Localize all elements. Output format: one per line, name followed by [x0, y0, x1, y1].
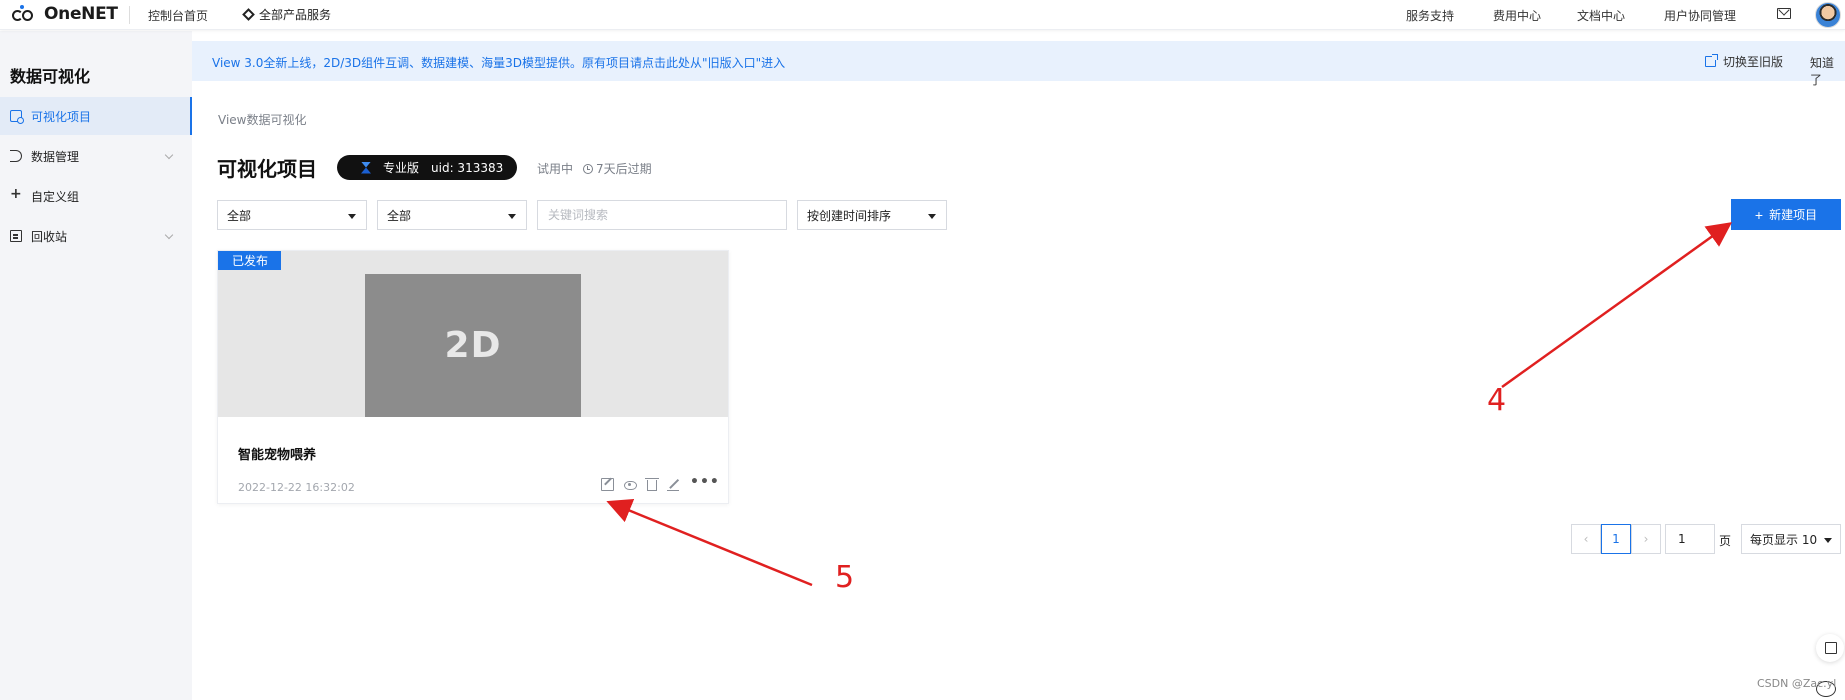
recycle-bin-icon — [10, 230, 22, 242]
all-products-label: 全部产品服务 — [259, 8, 332, 22]
page-title: 可视化项目 — [217, 157, 317, 181]
more-icon[interactable]: ••• — [690, 475, 719, 491]
watermark: CSDN @Zac.yl — [1757, 677, 1837, 690]
annotation-label-4: 4 — [1487, 383, 1507, 418]
external-link-icon — [1705, 54, 1718, 67]
keyword-search-input[interactable] — [537, 200, 787, 230]
project-card[interactable]: 2D 已发布 智能宠物喂养 2022-12-22 16:32:02 ••• — [217, 250, 729, 504]
trial-status: 试用中 — [537, 162, 574, 176]
annotation-label-5: 5 — [835, 560, 855, 595]
next-page-button[interactable]: › — [1631, 524, 1661, 554]
expire-info: 7天后过期 — [583, 160, 652, 177]
plus-icon: + — [1754, 206, 1764, 223]
sidebar: 数据可视化 可视化项目 数据管理 自定义组 回收站 — [0, 31, 192, 700]
banner-text[interactable]: View 3.0全新上线，2D/3D组件互调、数据建模、海量3D模型提供。原有项… — [212, 54, 785, 71]
switch-old-version-button[interactable]: 切换至旧版 — [1705, 53, 1783, 70]
sidebar-item-custom-group[interactable]: 自定义组 — [0, 177, 192, 215]
caret-down-icon — [1824, 538, 1832, 543]
all-products-menu[interactable]: 全部产品服务 — [242, 6, 332, 23]
card-actions: ••• — [601, 475, 719, 491]
user-collab-link[interactable]: 用户协同管理 — [1664, 7, 1736, 24]
new-project-button[interactable]: + 新建项目 — [1731, 199, 1841, 230]
page-jump-input[interactable] — [1665, 524, 1715, 554]
sidebar-item-recycle-bin[interactable]: 回收站 — [0, 217, 192, 255]
uid-label: uid: 313383 — [431, 160, 504, 175]
new-project-label: 新建项目 — [1769, 208, 1818, 222]
arrow-to-new-project — [1501, 222, 1733, 389]
sidebar-item-label: 数据管理 — [31, 149, 80, 164]
clock-icon — [583, 163, 593, 174]
delete-icon[interactable] — [645, 478, 659, 491]
page-size-select[interactable]: 每页显示 10 — [1741, 524, 1841, 554]
sidebar-item-label: 可视化项目 — [31, 109, 92, 124]
service-support-link[interactable]: 服务支持 — [1406, 7, 1454, 24]
share-icon[interactable] — [667, 478, 680, 491]
filter-select-2-value: 全部 — [387, 208, 412, 223]
mail-icon[interactable] — [1777, 8, 1791, 19]
feedback-edit-icon[interactable] — [1816, 634, 1844, 662]
status-badge: 已发布 — [218, 251, 281, 270]
filter-select-2[interactable]: 全部 — [377, 200, 527, 230]
page-1-button[interactable]: 1 — [1601, 524, 1631, 554]
sort-select[interactable]: 按创建时间排序 — [797, 200, 947, 230]
sidebar-item-projects[interactable]: 可视化项目 — [0, 97, 192, 135]
billing-center-link[interactable]: 费用中心 — [1493, 7, 1541, 24]
breadcrumb[interactable]: View数据可视化 — [218, 111, 306, 128]
brand-name: OneNET — [44, 4, 118, 24]
caret-down-icon — [928, 214, 936, 219]
caret-down-icon — [348, 214, 356, 219]
sidebar-item-data[interactable]: 数据管理 — [0, 137, 192, 175]
sidebar-item-label: 回收站 — [31, 229, 68, 244]
page-size-value: 每页显示 10 — [1750, 532, 1818, 547]
hourglass-icon — [361, 161, 371, 174]
preview-eye-icon[interactable] — [624, 481, 637, 490]
thumbnail-2d-placeholder: 2D — [365, 274, 581, 417]
expire-text: 7天后过期 — [596, 162, 652, 176]
group-icon — [10, 186, 22, 202]
caret-down-icon — [508, 214, 516, 219]
console-home-link[interactable]: 控制台首页 — [148, 7, 208, 24]
chevron-down-icon — [164, 150, 174, 160]
chevron-down-icon — [164, 230, 174, 240]
sort-select-value: 按创建时间排序 — [807, 208, 892, 223]
sidebar-title: 数据可视化 — [10, 67, 91, 86]
avatar[interactable] — [1815, 2, 1841, 28]
top-navbar: OneNET 控制台首页 全部产品服务 服务支持 费用中心 文档中心 用户协同管… — [0, 0, 1845, 30]
announcement-banner: View 3.0全新上线，2D/3D组件互调、数据建模、海量3D模型提供。原有项… — [192, 41, 1845, 87]
edition-label: 专业版 — [383, 161, 420, 175]
project-date: 2022-12-22 16:32:02 — [238, 481, 355, 494]
edition-badge: 专业版 uid: 313383 — [337, 155, 517, 180]
project-title: 智能宠物喂养 — [238, 448, 317, 463]
arrow-to-edit-icon — [606, 498, 813, 587]
data-icon — [10, 150, 22, 162]
docs-center-link[interactable]: 文档中心 — [1577, 7, 1625, 24]
diamond-icon — [242, 8, 255, 21]
sidebar-item-label: 自定义组 — [31, 189, 80, 204]
project-thumbnail[interactable]: 2D 已发布 — [218, 251, 728, 417]
onenet-logo[interactable]: OneNET — [12, 4, 118, 24]
onenet-logo-icon — [12, 5, 40, 23]
dismiss-banner-button[interactable]: 知道了 — [1810, 54, 1845, 88]
page-label: 页 — [1719, 534, 1732, 548]
edit-icon[interactable] — [601, 478, 614, 491]
switch-old-version-label: 切换至旧版 — [1723, 55, 1784, 69]
prev-page-button[interactable]: ‹ — [1571, 524, 1601, 554]
project-icon — [10, 110, 24, 124]
divider — [129, 6, 130, 24]
filter-select-1[interactable]: 全部 — [217, 200, 367, 230]
filter-select-1-value: 全部 — [227, 208, 252, 223]
